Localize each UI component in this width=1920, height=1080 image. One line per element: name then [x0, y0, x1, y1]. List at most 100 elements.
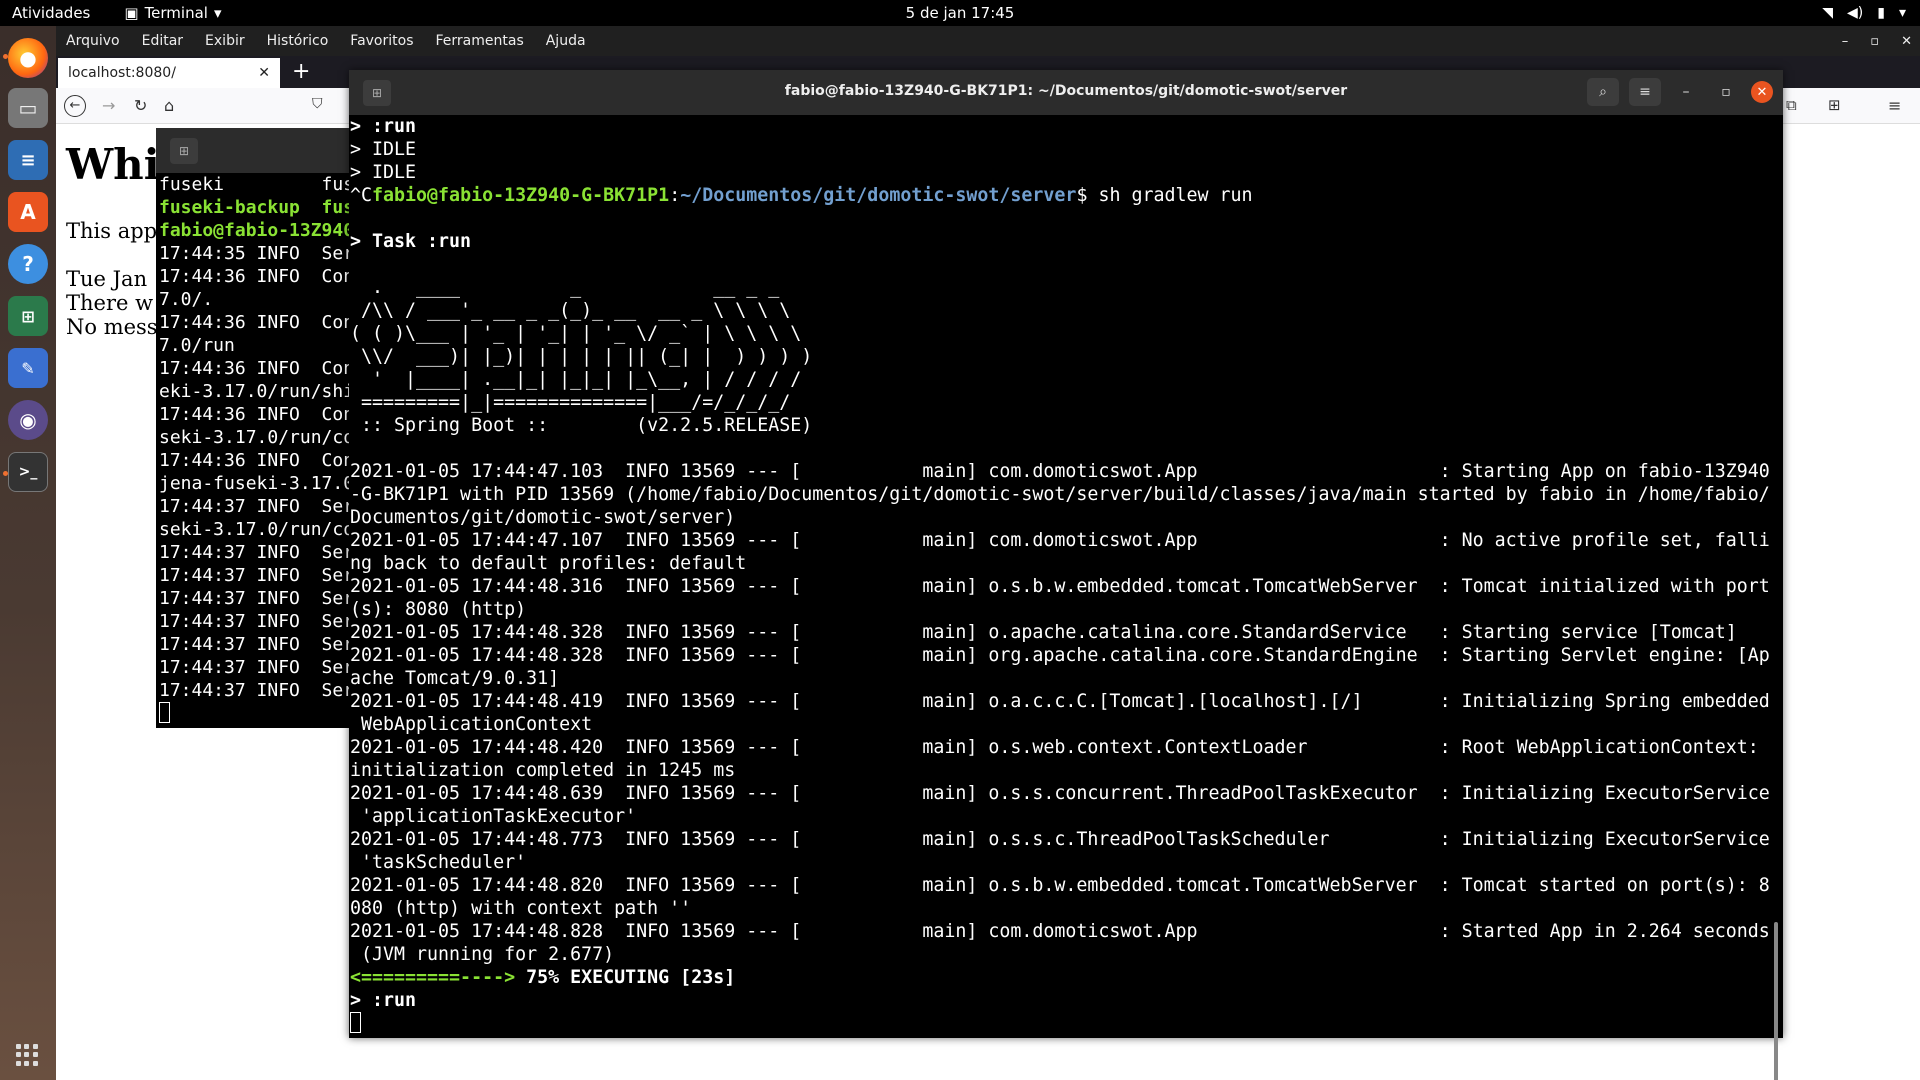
terminal-cursor [350, 1012, 1783, 1035]
banner-line: ( ( )\___ | '_ | '_| | '_ \/ _` | \ \ \ … [350, 323, 802, 344]
page-paragraph: No mess [66, 315, 158, 339]
log-line: -G-BK71P1 with PID 13569 (/home/fabio/Do… [350, 484, 1770, 505]
log-line: 2021-01-05 17:44:48.820 INFO 13569 --- [… [350, 875, 1770, 896]
progress-text: 75% EXECUTING [23s] [515, 967, 736, 988]
system-status[interactable]: ◥ ◀) ▮ ▾ [1822, 0, 1906, 26]
top-bar: Atividades ▣ Terminal ▾ 5 de jan 17:45 ◥… [0, 0, 1920, 26]
firefox-icon[interactable]: ● [8, 38, 48, 78]
terminal-output[interactable]: > :run > IDLE > IDLE ^Cfabio@fabio-13Z940-G… [349, 115, 1783, 1038]
reload-icon[interactable]: ↻ [134, 96, 147, 115]
software-icon[interactable]: A [8, 192, 48, 232]
tab-localhost[interactable]: localhost:8080/ ✕ [58, 58, 280, 88]
log-line: 2021-01-05 17:44:48.639 INFO 13569 --- [… [350, 783, 1770, 804]
prompt-path: ~/Documentos/git/domotic-swot/server [680, 185, 1077, 206]
log-line: 2021-01-05 17:44:48.773 INFO 13569 --- [… [350, 829, 1770, 850]
writer-icon[interactable]: ≡ [8, 140, 48, 180]
close-icon[interactable]: ✕ [258, 65, 270, 81]
task-line: > Task :run [350, 231, 472, 252]
chevron-down-icon: ▾ [213, 4, 222, 22]
page-paragraph: Tue Jan [66, 267, 148, 291]
maximize-icon[interactable]: ▫ [1711, 84, 1741, 100]
log-line: 'applicationTaskExecutor' [350, 806, 637, 827]
menu-bar: Arquivo Editar Exibir Histórico Favorito… [56, 26, 1920, 56]
progress-bar: <=========----> [350, 967, 516, 988]
new-tab-icon[interactable]: ⊞ [170, 138, 198, 164]
terminal-line: > :run [350, 116, 417, 137]
page-paragraph: This app [66, 219, 158, 243]
log-line: WebApplicationContext [350, 714, 593, 735]
log-line: 2021-01-05 17:44:48.420 INFO 13569 --- [… [350, 737, 1759, 758]
activities-button[interactable]: Atividades [12, 4, 90, 22]
prompt-line: ^Cfabio@fabio-13Z940-G-BK71P1:~/Document… [350, 185, 1253, 206]
help-icon[interactable]: ? [8, 244, 48, 284]
terminal-window[interactable]: ⊞ fabio@fabio-13Z940-G-BK71P1: ~/Documen… [349, 70, 1783, 1080]
menu-item-editar[interactable]: Editar [142, 33, 183, 49]
progress-line: <=========----> 75% EXECUTING [23s] [350, 966, 1783, 989]
screenshot-icon[interactable]: ◉ [8, 400, 48, 440]
log-line: 'taskScheduler' [350, 852, 527, 873]
log-line: (s): 8080 (http) [350, 599, 527, 620]
terminal-icon: ▣ [124, 4, 139, 22]
app-menu-label: Terminal [144, 4, 208, 22]
banner-line: \\/ ___)| |_)| | | | | || (_| | ) ) ) ) [350, 346, 813, 367]
app-menu[interactable]: ▣ Terminal ▾ [124, 4, 221, 22]
maximize-icon[interactable]: ▫ [1870, 34, 1879, 49]
log-line: 2021-01-05 17:44:48.328 INFO 13569 --- [… [350, 622, 1737, 643]
log-line: 2021-01-05 17:44:48.419 INFO 13569 --- [… [350, 691, 1770, 712]
volume-icon: ◀) [1847, 5, 1864, 21]
terminal-titlebar[interactable]: ⊞ fabio@fabio-13Z940-G-BK71P1: ~/Documen… [349, 70, 1783, 115]
window-title: fabio@fabio-13Z940-G-BK71P1: ~/Documento… [784, 83, 1348, 99]
menu-item-favoritos[interactable]: Favoritos [350, 33, 413, 49]
new-tab-icon[interactable]: + [292, 59, 310, 84]
tab-title: localhost:8080/ [68, 65, 176, 81]
extension-icon[interactable]: ⧉ [1786, 96, 1797, 114]
puzzle-icon[interactable]: ⊞ [1828, 96, 1841, 114]
log-line: (JVM running for 2.677) [350, 944, 615, 965]
banner-line: :: Spring Boot :: (v2.2.5.RELEASE) [350, 415, 813, 436]
prompt-command: $ sh gradlew run [1076, 185, 1253, 206]
log-line: ache Tomcat/9.0.31] [350, 668, 560, 689]
forward-icon[interactable]: → [102, 96, 115, 115]
minimize-icon[interactable]: – [1842, 34, 1849, 49]
hamburger-menu-icon[interactable]: ≡ [1888, 96, 1901, 115]
files-icon[interactable]: ▭ [8, 88, 48, 128]
home-icon[interactable]: ⌂ [164, 96, 174, 115]
scrollbar[interactable] [1774, 922, 1778, 1080]
shield-icon[interactable]: ⛉ [312, 96, 323, 112]
terminal-line: > IDLE [350, 162, 417, 183]
banner-line: ' |____| .__|_| |_|_| |_\__, | / / / / [350, 369, 802, 390]
menu-item-historico[interactable]: Histórico [267, 33, 329, 49]
window-controls: – ▫ ✕ [1842, 34, 1912, 49]
minimize-icon[interactable]: – [1671, 84, 1701, 100]
wifi-icon: ◥ [1822, 5, 1834, 21]
terminal-line: > IDLE [350, 139, 417, 160]
editor-icon[interactable]: ✎ [8, 348, 48, 388]
dock: ● ▭ ≡ A ? ⊞ ✎ ◉ >_ [0, 26, 56, 1080]
page-title: Whi [66, 140, 160, 189]
back-icon[interactable]: ← [64, 95, 86, 117]
page-paragraph: There w [66, 291, 154, 315]
close-icon[interactable]: ✕ [1901, 34, 1912, 49]
interrupt-marker: ^C [350, 185, 373, 206]
menu-item-ajuda[interactable]: Ajuda [546, 33, 586, 49]
log-line: initialization completed in 1245 ms [350, 760, 736, 781]
clock[interactable]: 5 de jan 17:45 [0, 4, 1920, 22]
log-line: 2021-01-05 17:44:48.828 INFO 13569 --- [… [350, 921, 1770, 942]
log-line: Documentos/git/domotic-swot/server) [350, 507, 736, 528]
terminal-icon[interactable]: >_ [8, 452, 48, 492]
menu-item-exibir[interactable]: Exibir [205, 33, 245, 49]
close-icon[interactable]: ✕ [1751, 81, 1773, 103]
banner-line: . ____ _ __ _ _ [350, 277, 780, 298]
menu-item-arquivo[interactable]: Arquivo [66, 33, 120, 49]
settings-icon[interactable]: ⊞ [8, 296, 48, 336]
chevron-down-icon: ▾ [1898, 5, 1906, 21]
banner-line: =========|_|==============|___/=/_/_/_/ [350, 392, 791, 413]
log-line: ng back to default profiles: default [350, 553, 747, 574]
prompt-user: fabio@fabio-13Z940-G-BK71P1 [372, 185, 670, 206]
menu-item-ferramentas[interactable]: Ferramentas [436, 33, 524, 49]
search-icon[interactable]: ⌕ [1587, 78, 1619, 106]
banner-line: /\\ / ___'_ __ _ _(_)_ __ __ _ \ \ \ \ [350, 300, 791, 321]
hamburger-menu-icon[interactable]: ≡ [1629, 78, 1661, 106]
show-applications-icon[interactable] [16, 1044, 38, 1066]
log-line: 080 (http) with context path '' [350, 898, 692, 919]
